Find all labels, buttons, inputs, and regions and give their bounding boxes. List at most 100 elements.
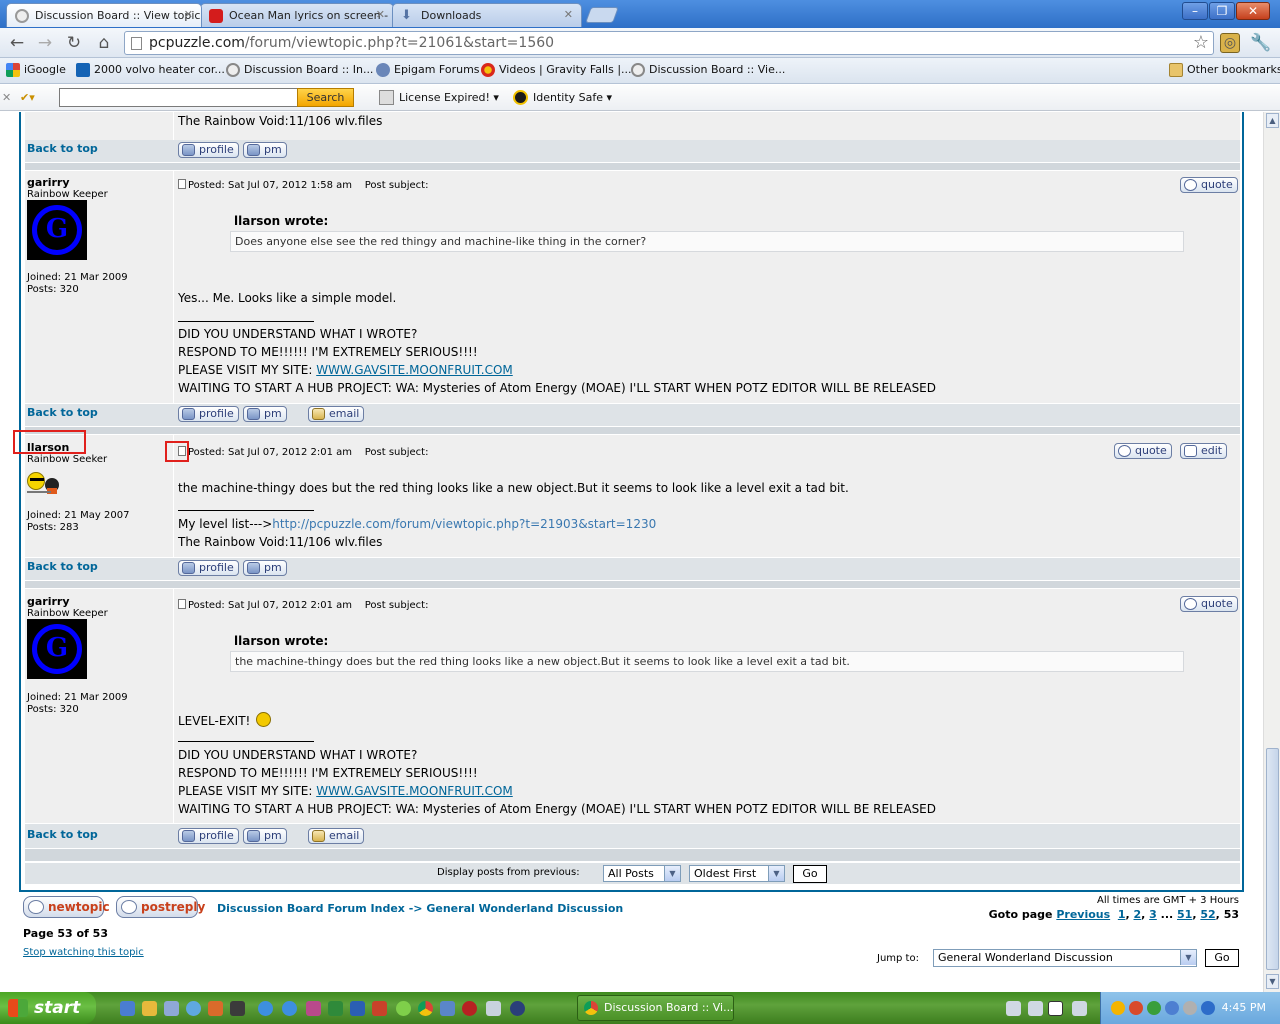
- close-icon[interactable]: ✕: [184, 8, 193, 21]
- tray-tool-icon[interactable]: [1006, 1001, 1021, 1016]
- posts-filter-select[interactable]: All Posts ▼: [603, 865, 681, 882]
- tray-tool-icon[interactable]: [1028, 1001, 1043, 1016]
- goto-page-link[interactable]: 1: [1118, 908, 1126, 921]
- pm-button[interactable]: pm: [243, 406, 287, 422]
- taskbar-item-discussion-board[interactable]: Discussion Board :: Vi...: [577, 995, 734, 1021]
- profile-button[interactable]: profile: [178, 406, 239, 422]
- address-bar[interactable]: pcpuzzle.com/forum/viewtopic.php?t=21061…: [124, 31, 1214, 55]
- quicklaunch-icon[interactable]: [306, 1001, 321, 1016]
- quicklaunch-icon[interactable]: [120, 1001, 135, 1016]
- maximize-button[interactable]: ❐: [1209, 2, 1235, 20]
- quicklaunch-icon[interactable]: [510, 1001, 525, 1016]
- reload-icon[interactable]: ↻: [63, 32, 85, 54]
- word-icon[interactable]: [350, 1001, 365, 1016]
- poster-name[interactable]: garirry: [27, 595, 70, 608]
- wrench-icon[interactable]: 🔧: [1250, 32, 1272, 54]
- norton-check-icon[interactable]: ✔▾: [20, 91, 35, 104]
- tray-icon[interactable]: [1147, 1001, 1161, 1015]
- pm-button[interactable]: pm: [243, 560, 287, 576]
- sort-order-select[interactable]: Oldest First ▼: [689, 865, 785, 882]
- quote-button[interactable]: quote: [1114, 443, 1172, 459]
- tray-icon[interactable]: [1129, 1001, 1143, 1015]
- back-to-top-link[interactable]: Back to top: [27, 560, 98, 573]
- extension-icon[interactable]: ◎: [1220, 33, 1240, 53]
- tray-icon[interactable]: [1183, 1001, 1197, 1015]
- tab-downloads[interactable]: ⬇ Downloads ✕: [392, 3, 582, 27]
- scroll-down-icon[interactable]: ▼: [1266, 974, 1279, 989]
- pm-button[interactable]: pm: [243, 142, 287, 158]
- scroll-up-icon[interactable]: ▲: [1266, 113, 1279, 128]
- license-expired-menu[interactable]: License Expired! ▾: [379, 90, 499, 105]
- identity-safe-menu[interactable]: Identity Safe ▾: [513, 90, 612, 105]
- quicklaunch-icon[interactable]: [230, 1001, 245, 1016]
- quicklaunch-icon[interactable]: [396, 1001, 411, 1016]
- jump-go-button[interactable]: Go: [1205, 949, 1239, 967]
- excel-icon[interactable]: [328, 1001, 343, 1016]
- quicklaunch-icon[interactable]: [142, 1001, 157, 1016]
- edit-button[interactable]: edit: [1180, 443, 1228, 459]
- bookmark-discussion-view[interactable]: Discussion Board :: Vie...: [631, 63, 785, 77]
- back-to-top-link[interactable]: Back to top: [27, 828, 98, 841]
- vertical-scrollbar[interactable]: ▲ ▼: [1263, 112, 1280, 992]
- goto-page-link[interactable]: 51: [1177, 908, 1192, 921]
- goto-page-link[interactable]: 3: [1149, 908, 1157, 921]
- close-icon[interactable]: ✕: [376, 8, 385, 21]
- start-button[interactable]: start: [0, 992, 96, 1024]
- profile-button[interactable]: profile: [178, 560, 239, 576]
- quote-button[interactable]: quote: [1180, 596, 1238, 612]
- close-toolbar-icon[interactable]: ✕: [2, 91, 11, 104]
- quote-button[interactable]: quote: [1180, 177, 1238, 193]
- quicklaunch-icon[interactable]: [486, 1001, 501, 1016]
- quicklaunch-icon[interactable]: [462, 1001, 477, 1016]
- breadcrumb-forum-index[interactable]: Discussion Board Forum Index: [217, 902, 405, 915]
- tray-icon[interactable]: [1201, 1001, 1215, 1015]
- new-tab-button[interactable]: [585, 7, 619, 23]
- quicklaunch-icon[interactable]: [208, 1001, 223, 1016]
- post-icon[interactable]: [178, 179, 186, 189]
- breadcrumb-forum[interactable]: General Wonderland Discussion: [426, 902, 623, 915]
- signature-site-link[interactable]: WWW.GAVSITE.MOONFRUIT.COM: [316, 784, 513, 798]
- bookmark-discussion-index[interactable]: Discussion Board :: In...: [226, 63, 373, 77]
- bookmark-epigam[interactable]: Epigam Forums: [376, 63, 480, 77]
- back-to-top-link[interactable]: Back to top: [27, 406, 98, 419]
- toolbar-search-input[interactable]: [59, 88, 298, 107]
- bookmark-gravity-falls[interactable]: Videos | Gravity Falls |...: [481, 63, 632, 77]
- jump-to-select[interactable]: General Wonderland Discussion ▼: [933, 949, 1197, 967]
- other-bookmarks[interactable]: Other bookmarks: [1169, 63, 1280, 77]
- new-topic-button[interactable]: newtopic: [23, 896, 110, 918]
- pm-button[interactable]: pm: [243, 828, 287, 844]
- profile-button[interactable]: profile: [178, 828, 239, 844]
- bookmark-volvo[interactable]: 2000 volvo heater cor...: [76, 63, 225, 77]
- ie-icon[interactable]: [258, 1001, 273, 1016]
- close-window-button[interactable]: ✕: [1236, 2, 1270, 20]
- back-arrow-icon[interactable]: ←: [6, 32, 28, 54]
- powerpoint-icon[interactable]: [372, 1001, 387, 1016]
- tab-discussion-board[interactable]: Discussion Board :: View topic ✕: [6, 3, 202, 27]
- close-icon[interactable]: ✕: [564, 8, 573, 21]
- tray-icon[interactable]: [1165, 1001, 1179, 1015]
- post-reply-button[interactable]: postreply: [116, 896, 205, 918]
- forward-arrow-icon[interactable]: →: [34, 32, 56, 54]
- post-icon[interactable]: [178, 599, 186, 609]
- go-button[interactable]: Go: [793, 865, 827, 883]
- goto-page-link[interactable]: 52: [1200, 908, 1215, 921]
- email-button[interactable]: email: [308, 406, 365, 422]
- scroll-thumb[interactable]: [1266, 748, 1279, 970]
- goto-previous-link[interactable]: Previous: [1056, 908, 1110, 921]
- profile-button[interactable]: profile: [178, 142, 239, 158]
- toolbar-search-button[interactable]: Search: [297, 88, 354, 107]
- bookmark-star-icon[interactable]: ☆: [1193, 32, 1209, 54]
- poster-name[interactable]: garirry: [27, 176, 70, 189]
- quicklaunch-icon[interactable]: [186, 1001, 201, 1016]
- tray-icon[interactable]: [1111, 1001, 1125, 1015]
- minimize-button[interactable]: –: [1182, 2, 1208, 20]
- quicklaunch-icon[interactable]: [440, 1001, 455, 1016]
- chrome-icon[interactable]: [418, 1001, 433, 1016]
- home-icon[interactable]: ⌂: [93, 32, 115, 54]
- tab-ocean-man[interactable]: Ocean Man lyrics on screen - ✕: [200, 3, 394, 27]
- quicklaunch-icon[interactable]: [164, 1001, 179, 1016]
- goto-page-link[interactable]: 2: [1134, 908, 1142, 921]
- ie-icon[interactable]: [282, 1001, 297, 1016]
- bookmark-igoogle[interactable]: iGoogle: [6, 63, 66, 77]
- signature-site-link[interactable]: WWW.GAVSITE.MOONFRUIT.COM: [316, 363, 513, 377]
